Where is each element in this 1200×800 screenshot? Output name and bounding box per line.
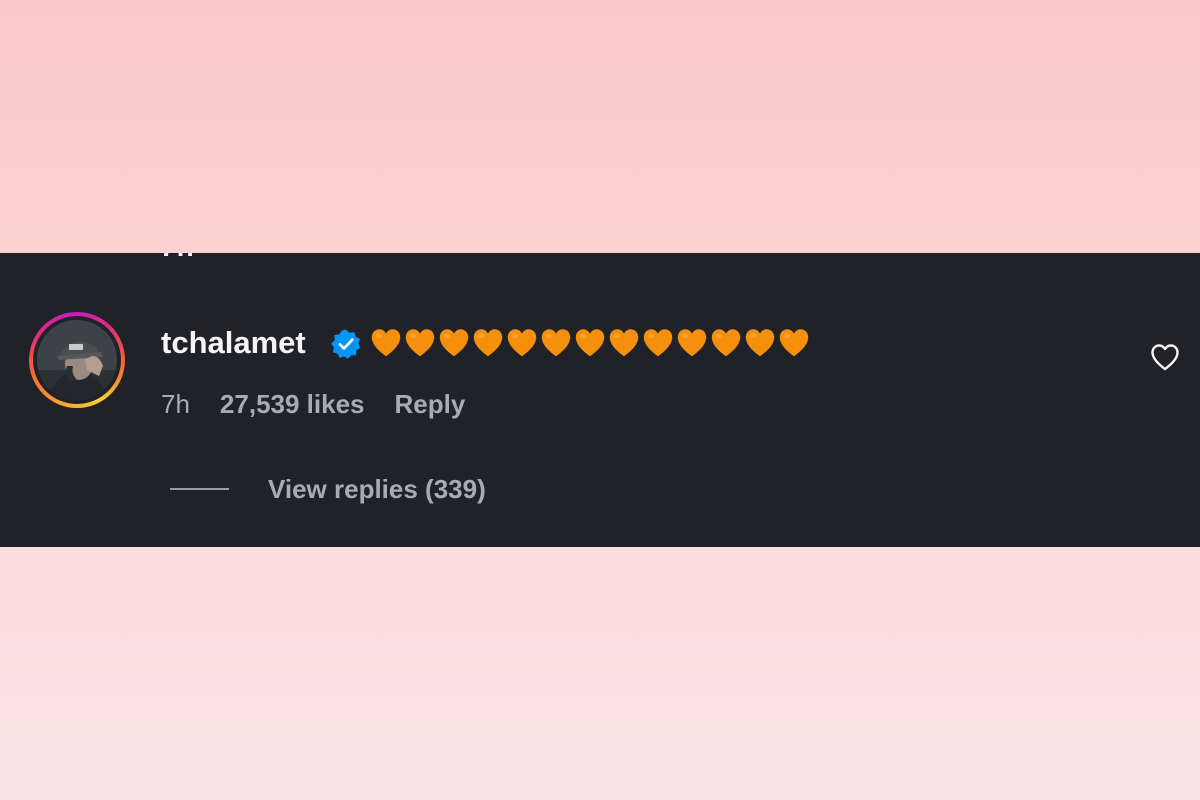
orange-heart-emoji [541, 329, 571, 357]
heart-outline-icon[interactable] [1150, 343, 1180, 371]
verified-badge-icon [331, 329, 361, 359]
orange-heart-emoji [745, 329, 775, 357]
replies-divider [170, 488, 229, 490]
comment-meta: 7h 27,539 likes Reply [161, 389, 465, 419]
comment-panel: 7h tchalamet 7h 27,539 likes Reply [0, 253, 1200, 547]
comment-text-orange-hearts [370, 327, 810, 359]
avatar [37, 320, 117, 400]
orange-heart-emoji [371, 329, 401, 357]
orange-heart-emoji [643, 329, 673, 357]
orange-heart-emoji [575, 329, 605, 357]
avatar-story-ring[interactable] [29, 312, 125, 408]
orange-heart-emoji [507, 329, 537, 357]
orange-heart-emoji [439, 329, 469, 357]
orange-heart-emoji [677, 329, 707, 357]
comment-time: 7h [161, 389, 190, 419]
reply-button[interactable]: Reply [395, 389, 466, 419]
orange-heart-emoji [779, 329, 809, 357]
orange-heart-emoji [473, 329, 503, 357]
orange-heart-emoji [405, 329, 435, 357]
likes-count[interactable]: 27,539 likes [220, 389, 365, 419]
previous-comment-cut-text: 7h [160, 253, 195, 263]
orange-heart-emoji [711, 329, 741, 357]
view-replies-button[interactable]: View replies (339) [268, 474, 486, 504]
username[interactable]: tchalamet [161, 326, 306, 360]
orange-heart-emoji [609, 329, 639, 357]
